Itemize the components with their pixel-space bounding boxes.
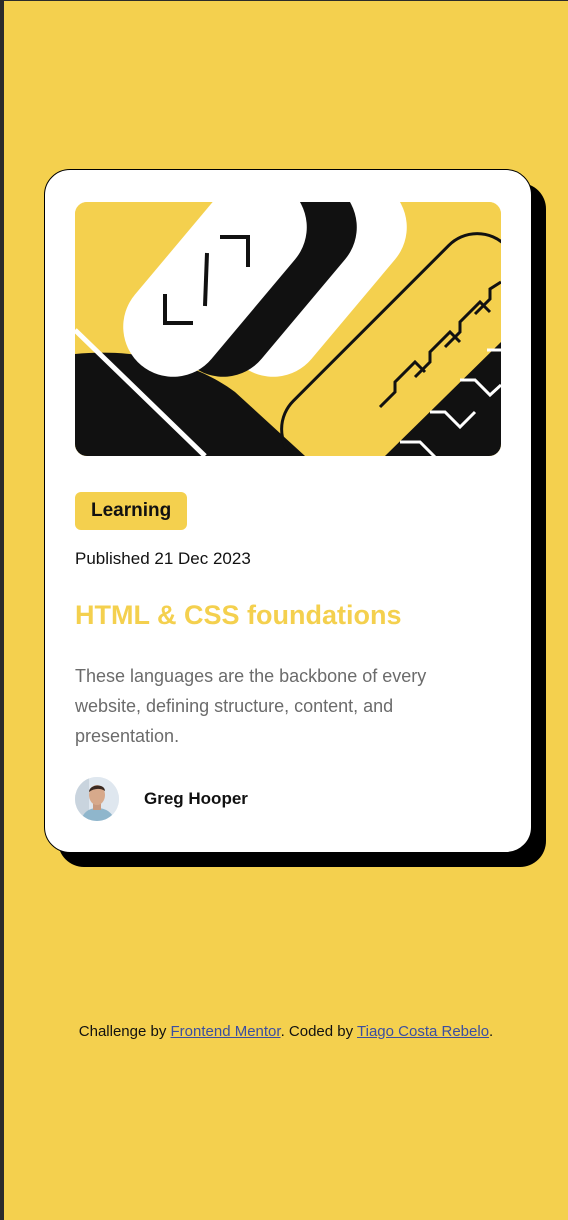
card-description: These languages are the backbone of ever… [75, 666, 427, 746]
frontend-mentor-link[interactable]: Frontend Mentor [171, 1023, 281, 1040]
category-tag: Learning [75, 492, 188, 530]
blog-preview-card: Learning Published 21 Dec 2023 HTML & CS… [44, 169, 532, 853]
author: Greg Hooper [75, 776, 248, 822]
author-name: Greg Hooper [144, 789, 248, 808]
attribution-suffix: . [489, 1023, 494, 1040]
attribution-middle: . Coded by [280, 1023, 358, 1040]
blog-preview-card-wrapper: Learning Published 21 Dec 2023 HTML & CS… [44, 169, 546, 867]
card-title[interactable]: HTML & CSS foundations [75, 600, 401, 631]
attribution-footer: Challenge by Frontend Mentor. Coded by T… [4, 1023, 568, 1040]
hero-illustration [75, 202, 501, 456]
published-date: Published 21 Dec 2023 [75, 549, 251, 568]
avatar [75, 777, 119, 821]
attribution-prefix: Challenge by [78, 1023, 171, 1040]
author-link[interactable]: Tiago Costa Rebelo [357, 1023, 489, 1040]
